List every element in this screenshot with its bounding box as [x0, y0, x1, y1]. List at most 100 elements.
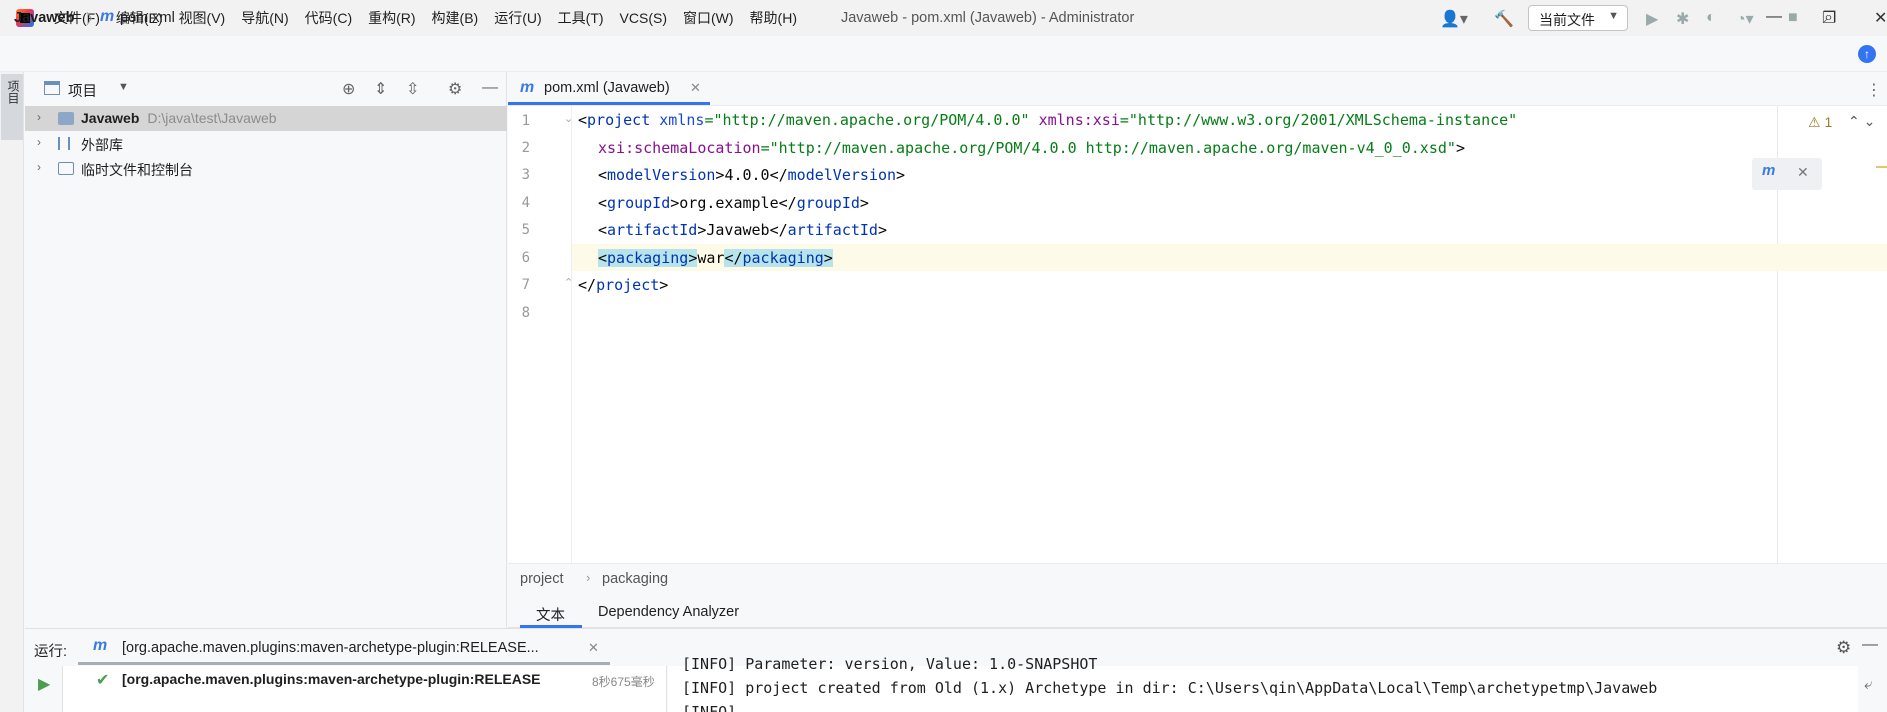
code-line-2: xsi:schemaLocation="http://maven.apache.… [598, 139, 1465, 157]
tab-dependency-analyzer[interactable]: Dependency Analyzer [598, 604, 739, 620]
warning-icon: ⚠ [1808, 114, 1821, 130]
console-toolbar [1858, 666, 1887, 712]
tab-label[interactable]: pom.xml (Javaweb) [544, 80, 670, 96]
fold-icon[interactable]: ⌃ [564, 276, 573, 289]
menu-help[interactable]: 帮助(H) [750, 8, 797, 28]
library-icon [58, 137, 70, 150]
warning-count: 1 [1824, 114, 1833, 130]
maven-reload-icon[interactable]: m [1762, 162, 1775, 179]
menu-navigate[interactable]: 导航(N) [241, 8, 288, 28]
breadcrumb-project[interactable]: Javaweb [14, 10, 74, 26]
tree-item-label: Javaweb D:\java\test\Javaweb [81, 110, 277, 126]
active-tab-indicator [508, 102, 710, 105]
window-title: Javaweb - pom.xml (Javaweb) - Administra… [840, 10, 1135, 26]
chevron-down-icon[interactable]: ▼ [118, 81, 129, 93]
menu-refactor[interactable]: 重构(R) [368, 8, 415, 28]
chevron-down-icon: ▼ [1608, 10, 1619, 22]
navigation-bar [0, 36, 1887, 72]
editor-tab-bar [508, 72, 1887, 106]
debug-icon[interactable]: ✱ [1676, 9, 1689, 29]
menu-run[interactable]: 运行(U) [494, 8, 541, 28]
hide-panel-icon[interactable]: — [1862, 636, 1878, 654]
code-line-7: </project> [578, 276, 669, 294]
module-folder-icon [58, 112, 74, 125]
line-number: 4 [521, 195, 530, 211]
breadcrumb-packaging-tag[interactable]: packaging [602, 571, 668, 587]
run-task-label[interactable]: [org.apache.maven.plugins:maven-archetyp… [122, 671, 588, 687]
maven-icon: m [93, 637, 108, 654]
run-config-label: 当前文件 [1539, 12, 1595, 28]
chevron-right-icon[interactable]: › [37, 160, 41, 174]
tree-item-external-libraries[interactable]: › 外部库 [25, 131, 507, 156]
line-number: 6 [521, 250, 530, 266]
fold-icon[interactable]: ⌄ [564, 112, 573, 125]
code-line-1: <project xmlns="http://maven.apache.org/… [578, 111, 1518, 129]
breadcrumb-file[interactable]: pom.xml [120, 10, 175, 26]
project-path: D:\java\test\Javaweb [147, 110, 277, 126]
gear-icon[interactable]: ⚙ [1836, 638, 1851, 658]
warning-nav-icon[interactable]: ⌃ ⌄ [1848, 113, 1875, 130]
run-elapsed-time: 8秒675毫秒 [592, 675, 655, 689]
left-tool-stripe [0, 72, 24, 712]
line-number: 7 [521, 277, 530, 293]
run-config-select[interactable]: 当前文件 ▼ [1528, 5, 1628, 31]
line-number: 8 [521, 305, 530, 321]
expand-all-icon[interactable]: ⇕ [374, 79, 387, 99]
tree-item-scratches[interactable]: › 临时文件和控制台 [25, 156, 507, 181]
search-icon[interactable]: ⌕ [1824, 9, 1833, 27]
scrollbar-warning-mark[interactable] [1876, 166, 1887, 168]
minimize-icon[interactable]: — [1766, 8, 1782, 26]
menu-code[interactable]: 代码(C) [305, 8, 352, 28]
update-icon[interactable]: ↑ [1858, 45, 1876, 63]
scratches-icon [58, 162, 74, 175]
tree-item-label: 外部库 [81, 137, 123, 153]
profile-icon[interactable]: ◔▾ [1736, 9, 1754, 29]
coverage-icon[interactable]: ◐ [1706, 9, 1716, 27]
chevron-right-icon[interactable]: › [37, 135, 41, 149]
menu-view[interactable]: 视图(V) [179, 8, 226, 28]
project-tool-label: 项目 [6, 80, 20, 104]
run-icon[interactable]: ▶ [1646, 9, 1658, 29]
menu-tools[interactable]: 工具(T) [558, 8, 604, 28]
code-line-4: <groupId>org.example</groupId> [598, 194, 869, 212]
tab-text[interactable]: 文本 [536, 604, 565, 625]
menu-vcs[interactable]: VCS(S) [620, 10, 667, 26]
close-tab-icon[interactable]: ✕ [690, 80, 701, 96]
close-window-icon[interactable]: ✕ [1874, 8, 1887, 28]
console-line: [INFO] project created from Old (1.x) Ar… [682, 679, 1658, 697]
chevron-right-icon: › [586, 570, 591, 585]
maven-file-icon: m [520, 79, 535, 96]
build-hammer-icon[interactable]: 🔨 [1494, 9, 1514, 29]
code-line-5: <artifactId>Javaweb</artifactId> [598, 221, 887, 239]
stop-icon[interactable]: ■ [1788, 9, 1798, 27]
soft-wrap-icon[interactable]: ⤶ [1864, 676, 1872, 693]
project-panel-title[interactable]: 项目 [68, 80, 97, 101]
collapse-all-icon[interactable]: ⇳ [406, 79, 419, 99]
line-number: 2 [521, 140, 530, 156]
close-tab-icon[interactable]: ✕ [588, 640, 599, 656]
maven-file-icon: m [100, 8, 115, 25]
locate-icon[interactable]: ⊕ [342, 79, 355, 99]
tree-item-javaweb[interactable]: › Javaweb D:\java\test\Javaweb [25, 106, 507, 131]
chevron-right-icon[interactable]: › [37, 110, 41, 124]
breadcrumb-project-tag[interactable]: project [520, 571, 564, 587]
user-icon[interactable]: 👤▾ [1440, 9, 1468, 29]
rerun-icon[interactable]: ▶ [38, 674, 50, 694]
code-line-3: <modelVersion>4.0.0</modelVersion> [598, 166, 906, 184]
run-window-label: 运行: [34, 644, 68, 660]
console-line: [INFO] ---------------------------------… [682, 703, 1396, 712]
project-name: Javaweb [81, 110, 140, 126]
menu-window[interactable]: 窗口(W) [683, 8, 734, 28]
menu-build[interactable]: 构建(B) [432, 8, 479, 28]
run-tab-label[interactable]: [org.apache.maven.plugins:maven-archetyp… [122, 640, 539, 656]
console-line: [INFO] Parameter: version, Value: 1.0-SN… [682, 655, 1098, 673]
hide-panel-icon[interactable]: — [482, 79, 498, 97]
gear-icon[interactable]: ⚙ [448, 79, 462, 99]
warning-indicator[interactable]: ⚠ 1 [1808, 114, 1832, 131]
code-line-6: <packaging>war</packaging> [598, 249, 833, 267]
tree-item-label: 临时文件和控制台 [81, 162, 193, 178]
line-number: 5 [521, 222, 530, 238]
project-view-icon [44, 81, 60, 95]
more-options-icon[interactable]: ⋮ [1866, 80, 1882, 100]
close-icon[interactable]: ✕ [1797, 164, 1809, 181]
